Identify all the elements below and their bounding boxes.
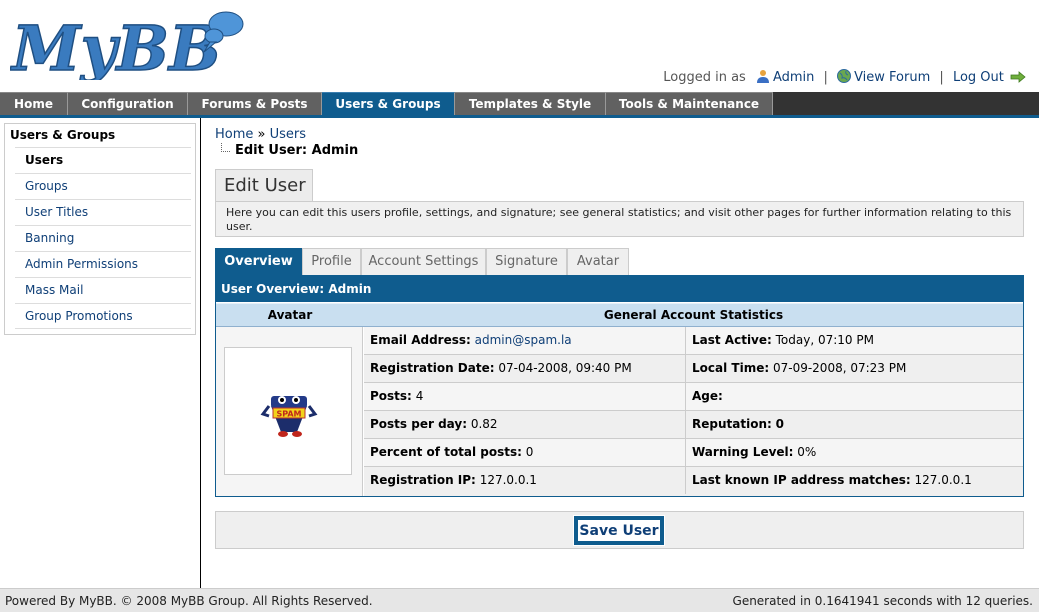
logged-in-label: Logged in as bbox=[663, 70, 746, 85]
stat-label: Registration IP: bbox=[370, 473, 476, 487]
tab-avatar[interactable]: Avatar bbox=[567, 248, 629, 275]
stat-label: Reputation: bbox=[692, 417, 772, 431]
mybb-logo[interactable]: MyBB bbox=[10, 6, 250, 80]
sidebar-divider bbox=[200, 118, 201, 588]
arrow-right-icon bbox=[1010, 71, 1026, 87]
breadcrumb-current: Edit User: Admin bbox=[235, 143, 359, 158]
stat-row: Posts: 4 Age: bbox=[364, 383, 1023, 411]
stat-label: Local Time: bbox=[692, 361, 770, 375]
menu-tab-home[interactable]: Home bbox=[0, 92, 68, 115]
log-out-link[interactable]: Log Out bbox=[953, 70, 1004, 85]
stat-value: 4 bbox=[415, 389, 424, 403]
globe-icon bbox=[837, 69, 852, 87]
stat-label: Posts per day: bbox=[370, 417, 468, 431]
stat-label: Last known IP address matches: bbox=[692, 473, 911, 487]
user-icon bbox=[756, 69, 770, 87]
stat-label: Email Address: bbox=[370, 333, 471, 347]
stat-label: Posts: bbox=[370, 389, 412, 403]
footer-copyright: Powered By MyBB. © 2008 MyBB Group. All … bbox=[5, 594, 373, 608]
stat-value: 0 bbox=[775, 417, 784, 431]
stat-value: 0 bbox=[525, 445, 534, 459]
page-title: Edit User bbox=[215, 169, 313, 202]
avatar[interactable]: SPAM bbox=[224, 347, 352, 475]
stat-row: Registration Date: 07-04-2008, 09:40 PM … bbox=[364, 355, 1023, 383]
breadcrumb-separator: » bbox=[257, 127, 266, 142]
menu-tab-templates-style[interactable]: Templates & Style bbox=[455, 92, 606, 115]
tab-profile[interactable]: Profile bbox=[302, 248, 361, 275]
stat-row: Email Address: admin@spam.la Last Active… bbox=[364, 327, 1023, 355]
stat-label: Warning Level: bbox=[692, 445, 794, 459]
stat-value: Today, 07:10 PM bbox=[775, 333, 874, 347]
sidebar-item-admin-permissions[interactable]: Admin Permissions bbox=[15, 251, 191, 277]
menu-tab-forums-posts[interactable]: Forums & Posts bbox=[188, 92, 322, 115]
footer-generated-stats: Generated in 0.1641941 seconds with 12 q… bbox=[732, 594, 1033, 608]
menu-tab-tools-maintenance[interactable]: Tools & Maintenance bbox=[606, 92, 773, 115]
breadcrumb-home[interactable]: Home bbox=[215, 127, 253, 142]
overview-column-header: Avatar General Account Statistics bbox=[216, 303, 1023, 327]
username-link[interactable]: Admin bbox=[773, 70, 814, 85]
stat-value: 127.0.0.1 bbox=[479, 473, 537, 487]
breadcrumb-tree-line bbox=[221, 143, 230, 152]
save-user-button[interactable]: Save User bbox=[573, 515, 665, 546]
stat-value: 07-04-2008, 09:40 PM bbox=[498, 361, 632, 375]
tab-account-settings[interactable]: Account Settings bbox=[361, 248, 486, 275]
tab-overview[interactable]: Overview bbox=[215, 248, 302, 275]
stat-value: 0.82 bbox=[470, 417, 498, 431]
stat-row: Posts per day: 0.82 Reputation: 0 bbox=[364, 411, 1023, 439]
stat-value: 07-09-2008, 07:23 PM bbox=[772, 361, 907, 375]
svg-text:SPAM: SPAM bbox=[276, 410, 301, 419]
breadcrumb: Home » Users bbox=[215, 127, 306, 142]
stat-row: Percent of total posts: 0 Warning Level:… bbox=[364, 439, 1023, 467]
stat-label: Age: bbox=[692, 389, 723, 403]
sidebar-item-user-titles[interactable]: User Titles bbox=[15, 199, 191, 225]
sidebar-item-users[interactable]: Users bbox=[15, 147, 191, 173]
spam-can-avatar-icon: SPAM bbox=[260, 396, 318, 437]
stat-label: Registration Date: bbox=[370, 361, 495, 375]
stat-row: Registration IP: 127.0.0.1 Last known IP… bbox=[364, 467, 1023, 496]
stat-value: 0% bbox=[797, 445, 817, 459]
page-description: Here you can edit this users profile, se… bbox=[215, 201, 1024, 237]
main-menu: Home Configuration Forums & Posts Users … bbox=[0, 92, 1039, 118]
user-overview-title: User Overview: Admin bbox=[216, 276, 1023, 303]
sidebar-title: Users & Groups bbox=[10, 128, 116, 142]
view-forum-link[interactable]: View Forum bbox=[854, 70, 930, 85]
footer: Powered By MyBB. © 2008 MyBB Group. All … bbox=[0, 588, 1039, 612]
header: MyBB Logged in as Admin | View Forum | L… bbox=[0, 0, 1039, 92]
form-actions: Save User bbox=[215, 511, 1024, 549]
menu-tab-users-groups[interactable]: Users & Groups bbox=[322, 92, 455, 115]
stats-column-header: General Account Statistics bbox=[603, 308, 784, 322]
breadcrumb-users[interactable]: Users bbox=[270, 127, 306, 142]
user-overview-panel: User Overview: Admin Avatar General Acco… bbox=[215, 275, 1024, 497]
sidebar-item-mass-mail[interactable]: Mass Mail bbox=[15, 277, 191, 303]
svg-text:MyBB: MyBB bbox=[10, 12, 221, 80]
stat-value: 127.0.0.1 bbox=[914, 473, 972, 487]
sidebar-item-group-promotions[interactable]: Group Promotions bbox=[15, 303, 191, 329]
sidebar-item-banning[interactable]: Banning bbox=[15, 225, 191, 251]
sidebar-item-groups[interactable]: Groups bbox=[15, 173, 191, 199]
sidebar: Users & Groups Users Groups User Titles … bbox=[4, 123, 196, 335]
email-link[interactable]: admin@spam.la bbox=[475, 333, 572, 347]
menu-tab-configuration[interactable]: Configuration bbox=[68, 92, 188, 115]
stat-label: Percent of total posts: bbox=[370, 445, 522, 459]
stat-label: Last Active: bbox=[692, 333, 772, 347]
user-info: Logged in as Admin | View Forum | Log Ou… bbox=[663, 69, 1029, 87]
avatar-cell: SPAM bbox=[216, 327, 363, 496]
tab-signature[interactable]: Signature bbox=[486, 248, 567, 275]
avatar-column-header: Avatar bbox=[267, 308, 313, 322]
